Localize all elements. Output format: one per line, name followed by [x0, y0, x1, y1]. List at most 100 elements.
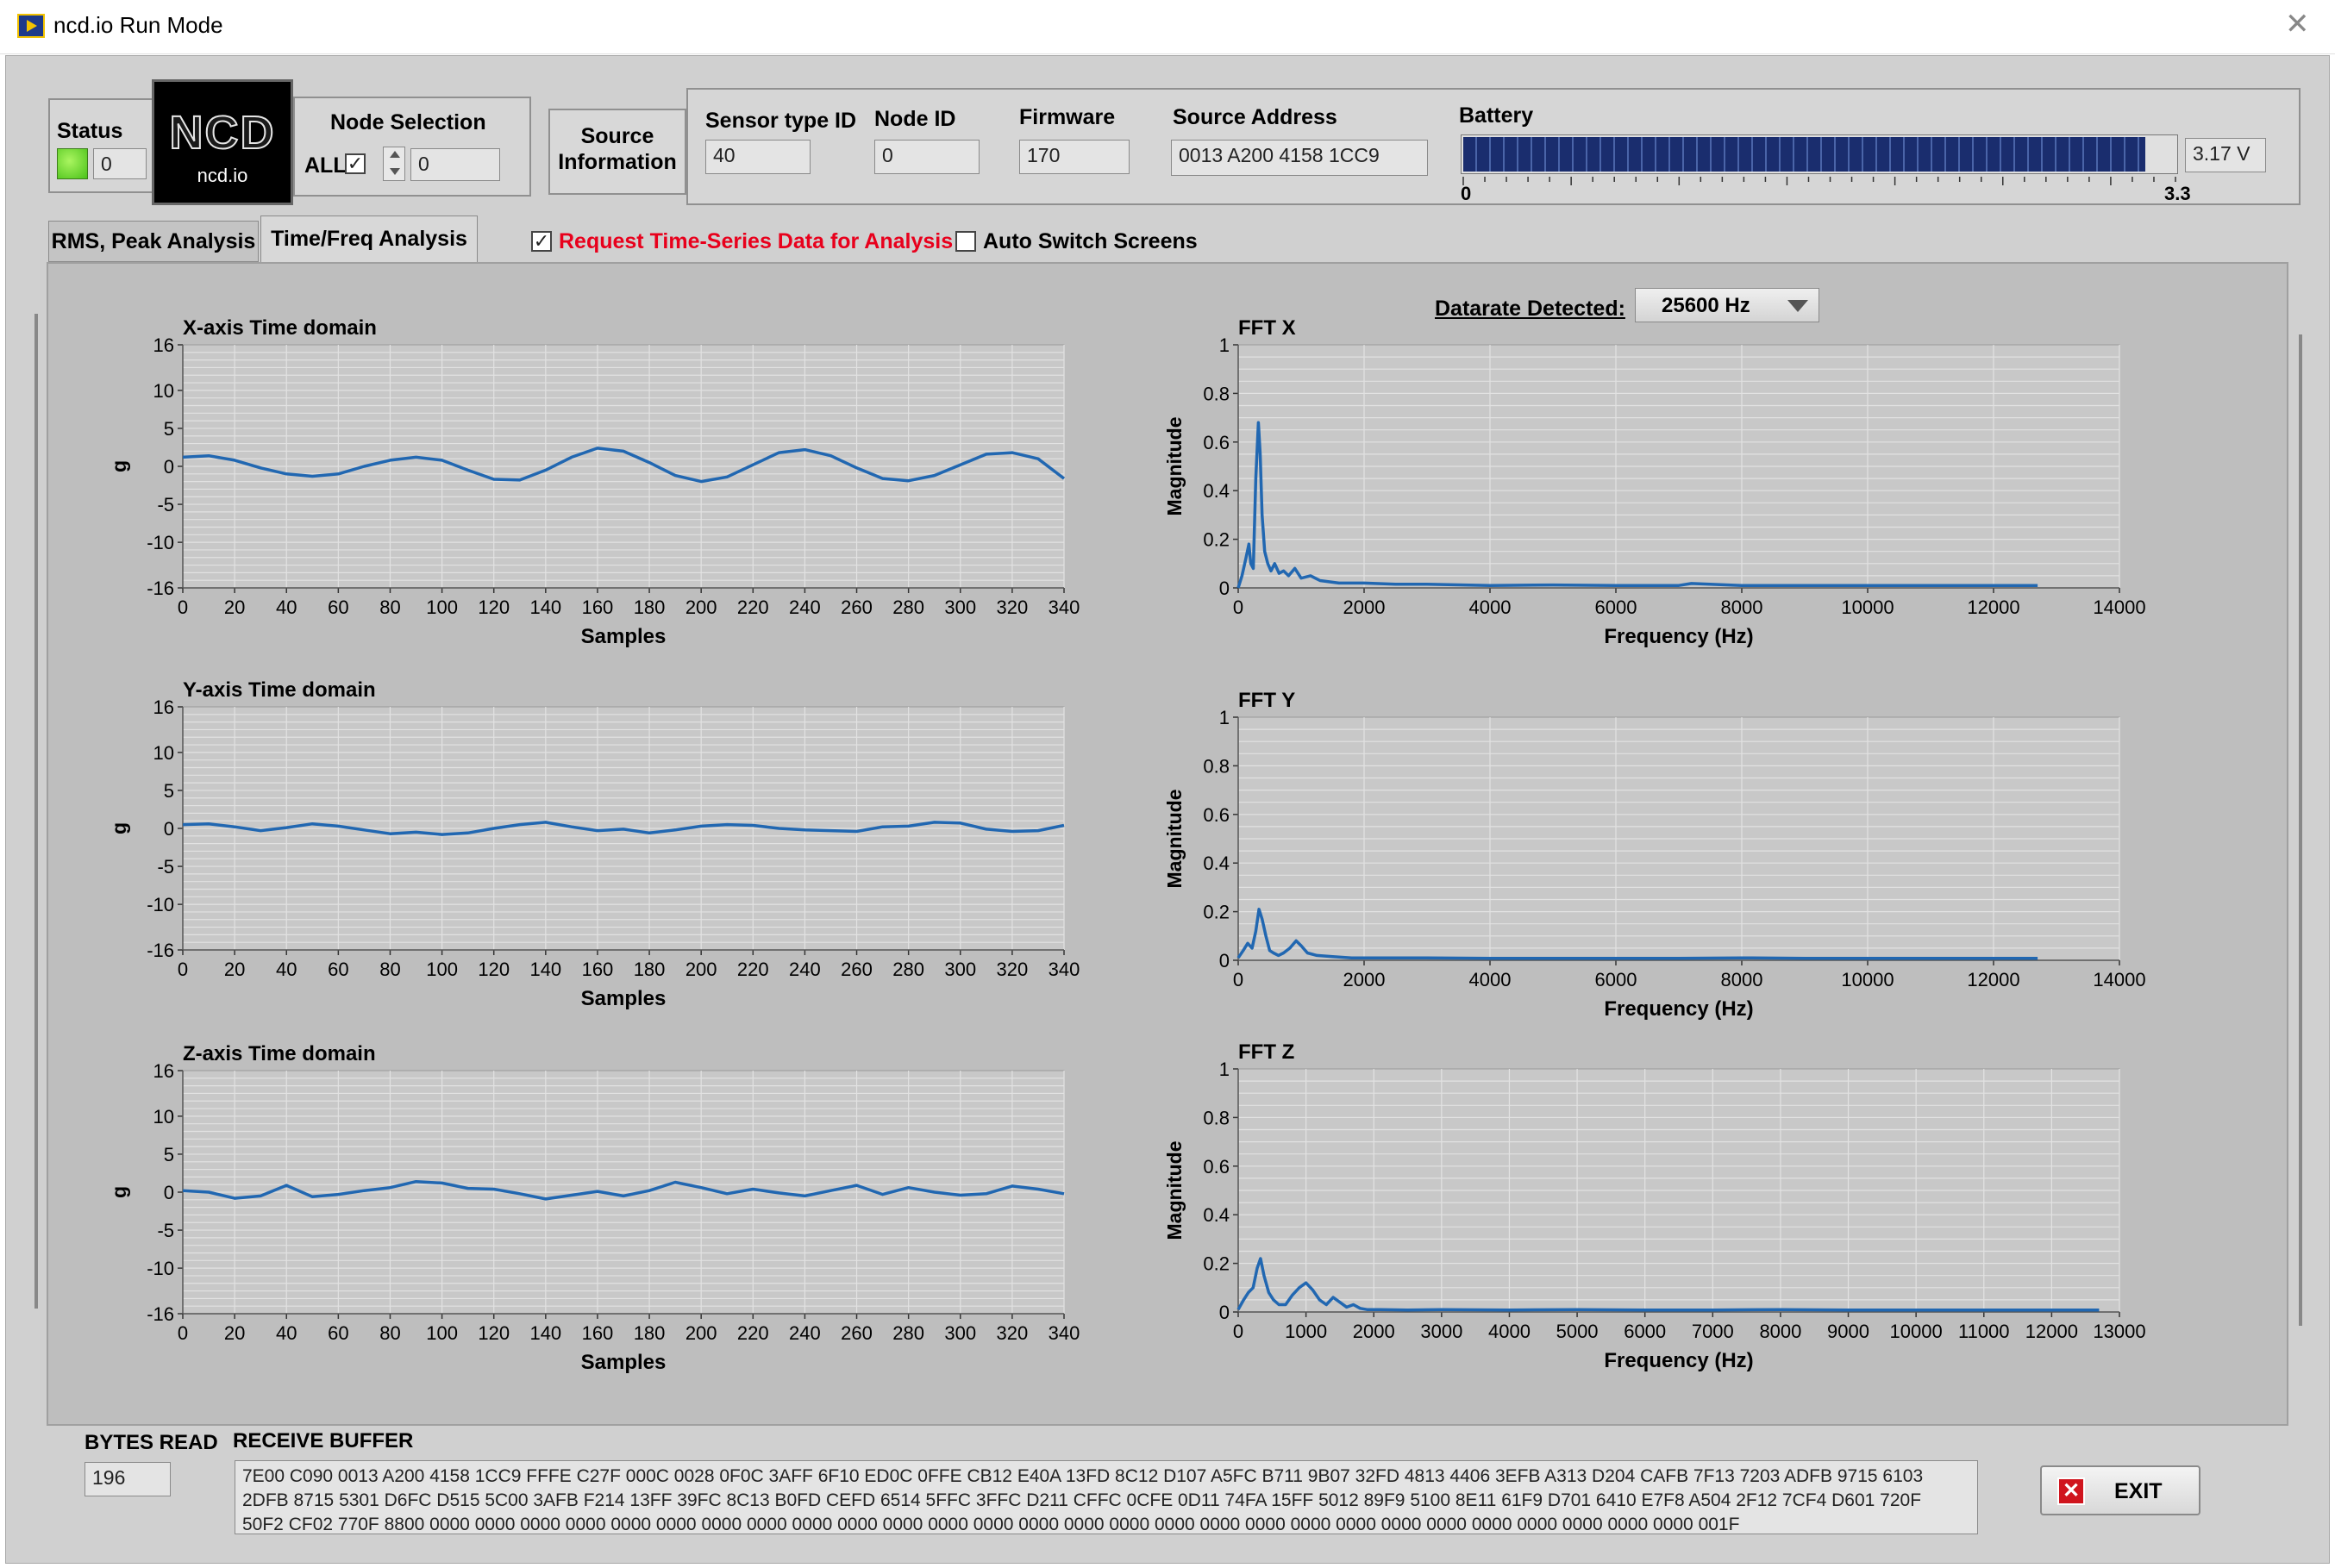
auto-switch-checkbox[interactable] [955, 231, 976, 252]
x-tick-label: 8000 [1721, 969, 1763, 990]
x-tick-label: 0 [178, 1322, 188, 1344]
x-tick-label: 12000 [1967, 597, 2019, 618]
bytes-read-value: 196 [85, 1462, 171, 1496]
battery-unit: V [2237, 142, 2250, 165]
x-tick-label: 80 [379, 959, 400, 980]
x-tick-label: 2000 [1353, 1321, 1395, 1342]
x-tick-label: 140 [529, 1322, 561, 1344]
x-tick-label: 320 [997, 1322, 1029, 1344]
x-tick-label: 320 [997, 959, 1029, 980]
x-tick-label: 220 [737, 1322, 769, 1344]
request-time-series-checkbox[interactable]: ✓ [531, 231, 552, 252]
chart-title: FFT X [1238, 316, 1296, 340]
x-tick-label: 10000 [1841, 969, 1894, 990]
x-tick-label: 160 [582, 959, 614, 980]
auto-switch-label[interactable]: Auto Switch Screens [983, 229, 1198, 254]
x-tick-label: 120 [478, 597, 510, 618]
x-tick-label: 60 [328, 959, 348, 980]
x-tick-label: 11000 [1958, 1321, 2010, 1342]
x-tick-label: 100 [426, 1322, 458, 1344]
chart-fft-x: FFT X 0 2000 4000 6000 8000 10000 12000 14000 1 0.… [1163, 316, 2146, 648]
bytes-read-label: BYTES READ [85, 1431, 218, 1454]
source-information-button[interactable]: Source Information [548, 109, 686, 195]
request-time-series-label[interactable]: Request Time-Series Data for Analysis [559, 229, 953, 254]
x-tick-label: 12000 [2025, 1321, 2078, 1342]
y-axis-label: g [108, 822, 130, 834]
x-axis-label: Samples [581, 625, 667, 648]
chart-title: X-axis Time domain [183, 316, 377, 340]
x-tick-label: 8000 [1759, 1321, 1801, 1342]
tab-rms-peak-analysis[interactable]: RMS, Peak Analysis [48, 221, 259, 262]
y-axis-label: Magnitude [1163, 790, 1186, 889]
close-icon[interactable]: ✕ [2285, 7, 2310, 41]
x-tick-label: 300 [944, 597, 976, 618]
node-stepper[interactable] [383, 147, 405, 181]
y-tick-label: 1 [1219, 707, 1230, 728]
x-tick-label: 280 [892, 1322, 924, 1344]
x-axis-label: Frequency (Hz) [1604, 1349, 1753, 1372]
chart-x-time-domain: X-axis Time domain0 20 40 60 80 100 120 140 160 1… [108, 316, 1080, 648]
x-tick-label: 20 [224, 959, 245, 980]
x-tick-label: 0 [1233, 969, 1243, 990]
source-info-line1: Source [580, 124, 654, 148]
x-tick-label: 200 [685, 1322, 717, 1344]
sensor-type-label: Sensor type ID [705, 109, 857, 133]
x-tick-label: 40 [276, 959, 297, 980]
y-tick-label: 5 [164, 1144, 174, 1165]
y-tick-label: 0 [1219, 578, 1230, 599]
buffer-line: 2DFB 8715 5301 D6FC D515 5C00 3AFB F214 … [242, 1490, 1922, 1510]
y-tick-label: -5 [157, 494, 174, 515]
y-tick-label: 0 [164, 818, 174, 840]
x-tick-label: 0 [178, 597, 188, 618]
node-selection-input[interactable]: 0 [410, 148, 500, 181]
buffer-line: 50F2 CF02 770F 8800 0000 0000 0000 0000 … [242, 1515, 1740, 1534]
y-tick-label: 0.2 [1203, 1253, 1230, 1275]
x-tick-label: 180 [634, 597, 666, 618]
firmware-label: Firmware [1019, 105, 1116, 129]
chart-y-time-domain: Y-axis Time domain0 20 40 60 80 100 120 140 160 1… [108, 678, 1080, 1010]
x-tick-label: 160 [582, 1322, 614, 1344]
node-id-label: Node ID [874, 107, 956, 131]
x-axis-label: Samples [581, 987, 667, 1010]
x-tick-label: 280 [892, 959, 924, 980]
chart-title: Z-axis Time domain [183, 1042, 376, 1065]
y-tick-label: 0.4 [1203, 480, 1230, 502]
logo-text: NCD [169, 106, 276, 159]
chevron-up-icon[interactable] [390, 151, 400, 158]
y-tick-label: -10 [147, 1258, 174, 1279]
x-tick-label: 10000 [1890, 1321, 1943, 1342]
y-tick-label: 1 [1219, 334, 1230, 356]
x-tick-label: 5000 [1556, 1321, 1599, 1342]
x-tick-label: 2000 [1343, 597, 1386, 618]
exit-button[interactable]: ✕ EXIT [2040, 1465, 2200, 1515]
y-tick-label: 10 [153, 380, 174, 402]
x-tick-label: 340 [1049, 597, 1080, 618]
y-tick-label: 5 [164, 780, 174, 802]
x-tick-label: 1000 [1285, 1321, 1327, 1342]
node-all-checkbox[interactable]: ✓ [345, 153, 366, 174]
y-tick-label: -10 [147, 894, 174, 915]
x-tick-label: 140 [529, 597, 561, 618]
chart-z-time-domain: Z-axis Time domain0 20 40 60 80 100 120 140 160 1… [108, 1042, 1080, 1374]
y-tick-label: 0.8 [1203, 1107, 1230, 1128]
tab-time-freq-analysis[interactable]: Time/Freq Analysis [260, 216, 478, 265]
x-tick-label: 80 [379, 1322, 400, 1344]
y-tick-label: 16 [153, 334, 174, 356]
x-tick-label: 180 [634, 959, 666, 980]
right-scroll-indicator [2299, 334, 2302, 1326]
battery-scale-ticks [1462, 174, 2178, 185]
y-tick-label: 0.6 [1203, 1156, 1230, 1178]
receive-buffer-label: RECEIVE BUFFER [233, 1429, 414, 1452]
x-tick-label: 6000 [1595, 597, 1637, 618]
x-tick-label: 3000 [1420, 1321, 1462, 1342]
status-value: 0 [93, 148, 147, 179]
status-label: Status [57, 119, 123, 143]
x-tick-label: 200 [685, 959, 717, 980]
x-tick-label: 240 [789, 1322, 821, 1344]
y-tick-label: 0 [164, 1182, 174, 1203]
battery-fill [1463, 137, 2146, 172]
chevron-down-icon[interactable] [390, 168, 400, 175]
x-tick-label: 7000 [1692, 1321, 1734, 1342]
y-tick-label: -5 [157, 856, 174, 878]
x-tick-label: 20 [224, 1322, 245, 1344]
